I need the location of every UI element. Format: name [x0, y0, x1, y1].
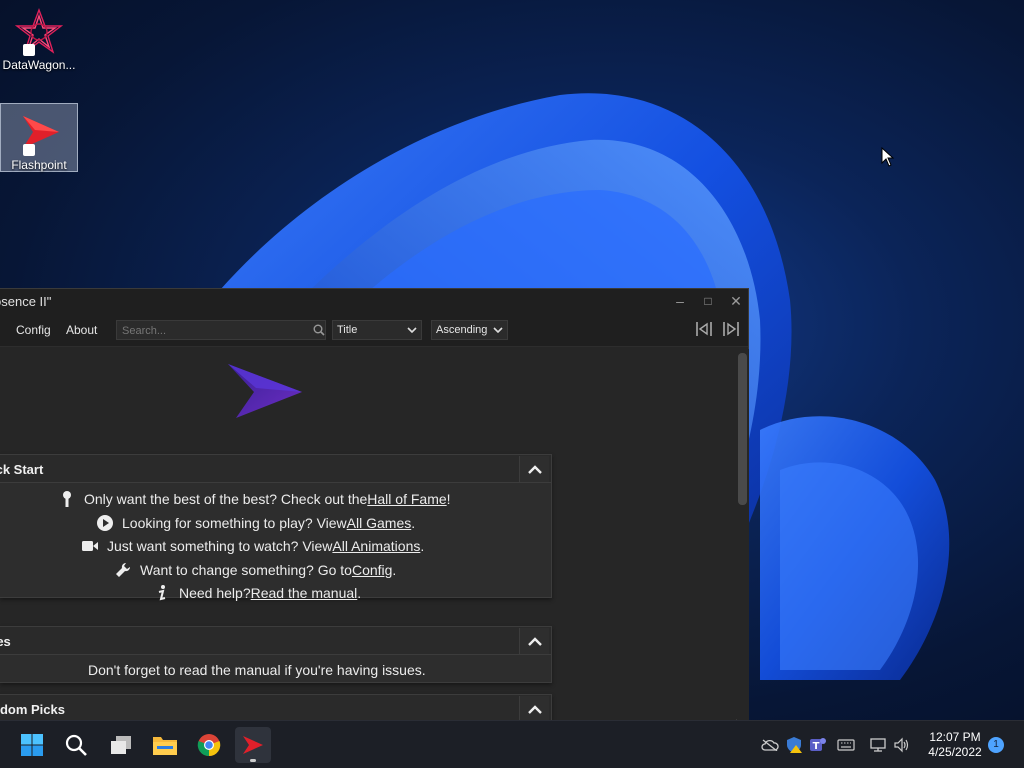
all-animations-link[interactable]: All Animations [332, 538, 420, 554]
search-input[interactable] [116, 320, 326, 340]
about-menu-link[interactable]: About [66, 323, 97, 337]
window-title: osence II" [0, 294, 52, 309]
random-picks-panel: ndom Picks [0, 694, 552, 721]
desktop-icon-label: DataWagon... [2, 58, 76, 72]
desktop-icon-flashpoint[interactable]: Flashpoint [0, 103, 78, 172]
taskbar: T 12:07 PM 4/25/2022 1 [0, 720, 1024, 768]
quick-start-line-all-animations: Just want something to watch? View All A… [81, 537, 424, 555]
desktop-icon-datawagon[interactable]: DataWagon... [0, 4, 78, 76]
quick-start-line-all-games: Looking for something to play? View All … [96, 514, 415, 532]
notification-badge[interactable]: 1 [988, 737, 1004, 753]
mouse-cursor-icon [881, 147, 895, 167]
flashpoint-taskbar-button[interactable] [235, 727, 271, 763]
quick-start-line-hall-of-fame: Only want the best of the best? Check ou… [58, 490, 451, 508]
chevron-up-icon [527, 464, 542, 474]
flashpoint-logo-icon [228, 364, 302, 418]
info-icon [153, 584, 171, 602]
toolbar: Config About Title Ascending [0, 313, 748, 347]
config-menu-link[interactable]: Config [16, 323, 51, 337]
chevron-down-icon [407, 327, 417, 333]
notes-title: tes [0, 634, 11, 649]
chrome-button[interactable] [191, 727, 227, 763]
onedrive-icon[interactable] [760, 735, 780, 755]
quick-start-line-config: Want to change something? Go to Config. [114, 561, 396, 579]
quick-start-panel: ick Start Only want the best of the best… [0, 454, 552, 601]
security-warning-icon[interactable] [784, 735, 804, 755]
task-view-icon [111, 736, 131, 754]
hall-of-fame-link[interactable]: Hall of Fame [367, 491, 446, 507]
video-camera-icon [81, 537, 99, 555]
clock-date: 4/25/2022 [928, 745, 982, 759]
play-circle-icon [96, 514, 114, 532]
shortcut-arrow-icon [23, 144, 35, 156]
chevron-up-icon [527, 636, 542, 646]
flashpoint-icon [243, 736, 263, 754]
clock[interactable]: 12:07 PM 4/25/2022 [920, 730, 990, 760]
windows-logo-icon [21, 734, 43, 756]
notes-panel: tes Don't forget to read the manual if y… [0, 626, 552, 683]
notes-text: Don't forget to read the manual if you'r… [88, 662, 426, 678]
teams-icon[interactable]: T [808, 735, 828, 755]
quick-start-line-manual: Need help? Read the manual. [153, 584, 361, 602]
all-games-link[interactable]: All Games [347, 515, 412, 531]
keyboard-icon[interactable] [836, 735, 856, 755]
window-titlebar[interactable]: osence II" – □ ✕ [0, 289, 748, 313]
clock-time: 12:07 PM [929, 730, 981, 744]
task-view-button[interactable] [103, 727, 139, 763]
scrollbar-thumb[interactable] [738, 353, 747, 505]
notes-header[interactable]: tes [0, 627, 551, 655]
datawagon-icon [14, 8, 64, 56]
search-taskbar-button[interactable] [58, 727, 94, 763]
notes-collapse-button[interactable] [519, 628, 549, 654]
chevron-up-icon [527, 704, 542, 714]
network-icon[interactable] [868, 735, 888, 755]
search-icon [65, 734, 87, 756]
read-the-manual-link[interactable]: Read the manual [251, 585, 358, 601]
flashpoint-window: osence II" – □ ✕ Config About Title Asce… [0, 288, 749, 721]
sort-field-select[interactable]: Title [332, 320, 422, 340]
wrench-icon [114, 561, 132, 579]
quick-start-header[interactable]: ick Start [0, 455, 551, 483]
sort-order-select[interactable]: Ascending [431, 320, 508, 340]
collapse-left-pane-icon[interactable] [695, 321, 713, 337]
desktop-icon-label: Flashpoint [11, 158, 67, 172]
volume-icon[interactable] [892, 735, 912, 755]
sort-field-value: Title [337, 324, 358, 336]
folder-icon [153, 737, 177, 755]
content-scrollbar[interactable] [737, 349, 749, 721]
random-picks-title: ndom Picks [0, 702, 65, 717]
close-button[interactable]: ✕ [722, 289, 750, 313]
chrome-icon [197, 734, 221, 757]
random-picks-header[interactable]: ndom Picks [0, 695, 551, 721]
medal-icon [58, 490, 76, 508]
running-indicator [250, 759, 256, 762]
config-link[interactable]: Config [352, 562, 392, 578]
collapse-right-pane-icon[interactable] [722, 321, 740, 337]
svg-text:T: T [813, 741, 820, 752]
chevron-down-icon [493, 327, 503, 333]
file-explorer-button[interactable] [147, 727, 183, 763]
flashpoint-icon [15, 108, 63, 156]
quick-start-collapse-button[interactable] [519, 456, 549, 482]
random-picks-collapse-button[interactable] [519, 696, 549, 721]
maximize-button[interactable]: □ [694, 289, 722, 313]
search-icon[interactable] [313, 324, 325, 336]
shortcut-arrow-icon [23, 44, 35, 56]
start-button[interactable] [14, 727, 50, 763]
sort-order-value: Ascending [436, 324, 488, 336]
quick-start-title: ick Start [0, 462, 44, 477]
minimize-button[interactable]: – [666, 289, 694, 313]
home-page-content: ick Start Only want the best of the best… [0, 347, 736, 721]
